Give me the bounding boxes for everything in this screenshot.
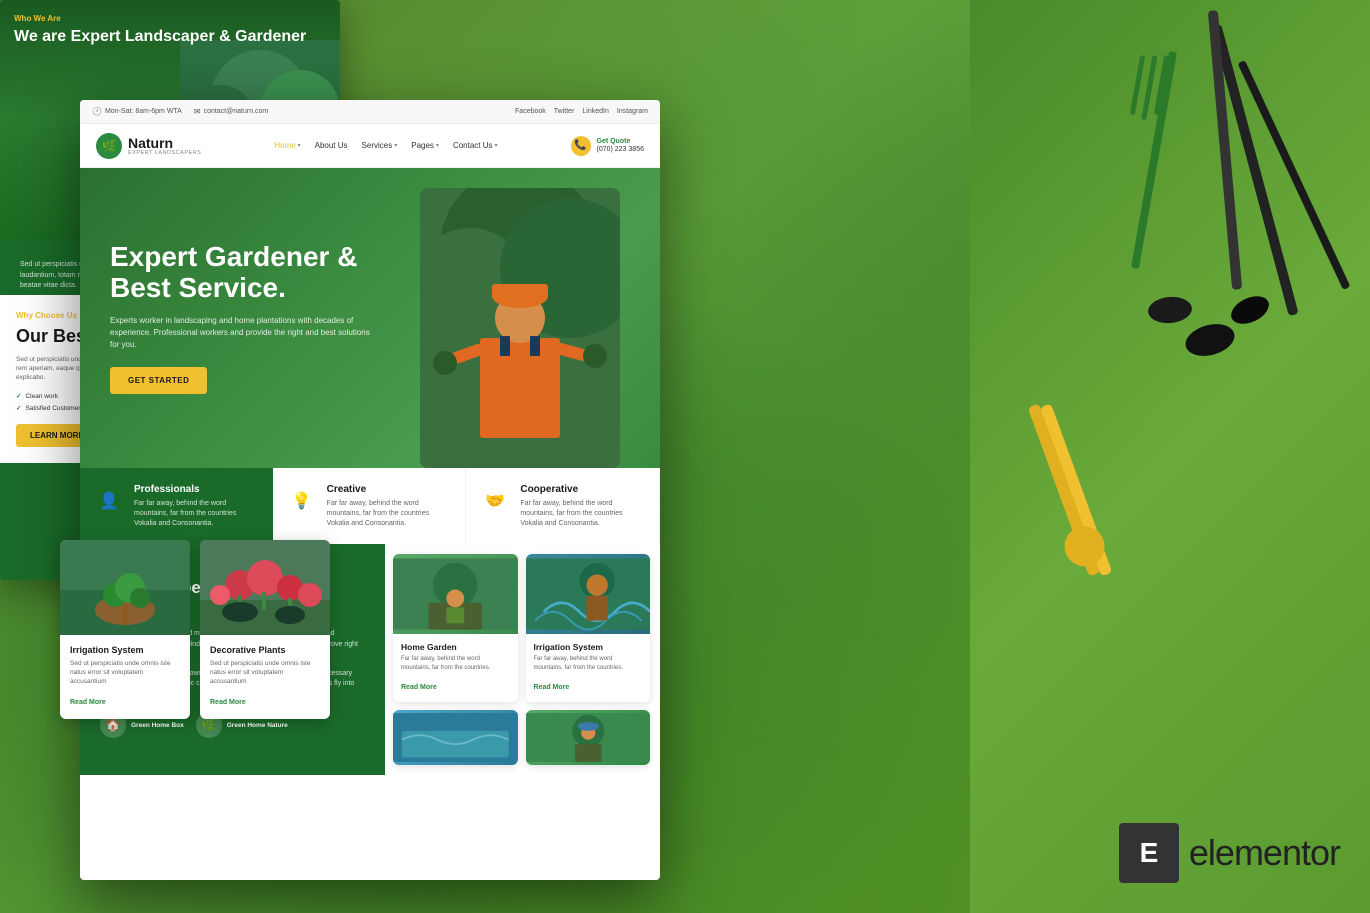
elementor-brand: elementor	[1189, 832, 1340, 874]
nav-contact[interactable]: Contact Us ▾	[453, 141, 498, 150]
feature-creative: 💡 Creative Far far away, behind the word…	[273, 468, 467, 544]
plants-card-img	[200, 540, 330, 635]
feature-text-creative: Creative Far far away, behind the word m…	[327, 484, 452, 528]
navbar: 🌿 Naturn EXPERT LANDSCAPERS Home ▾ About…	[80, 124, 660, 168]
social-twitter[interactable]: Twitter	[554, 108, 575, 115]
cooperative-icon: 🤝	[480, 486, 510, 516]
irrigation-card-title: Irrigation System	[70, 645, 180, 655]
social-instagram[interactable]: Instagram	[617, 108, 648, 115]
quote-phone: (070) 223 3856	[597, 146, 644, 153]
badge-home-label: Green Home Box	[131, 722, 184, 729]
creative-icon: 💡	[287, 486, 317, 516]
home-garden-text: Far far away, behind the word mountains,…	[401, 655, 510, 672]
feature-title-professionals: Professionals	[134, 484, 259, 495]
nav-services[interactable]: Services ▾	[362, 141, 398, 150]
nav-quote: 📞 Get Quote (070) 223 3856	[571, 136, 644, 156]
feature-desc-creative: Far far away, behind the word mountains,…	[327, 499, 452, 528]
tools-decoration	[970, 0, 1370, 913]
feature-text-professionals: Professionals Far far away, behind the w…	[134, 484, 259, 528]
home-garden-img	[393, 554, 518, 634]
cards-top-row: Home Garden Far far away, behind the wor…	[385, 554, 650, 702]
clock-icon: 🕐	[92, 107, 102, 116]
irrigation-card-img	[60, 540, 190, 635]
nav-about[interactable]: About Us	[315, 141, 348, 150]
topbar-left: 🕐 Mon-Sat: 8am-6pm WTA ✉ contact@naturn.…	[92, 107, 268, 116]
tools-svg	[970, 0, 1370, 913]
irrigation-card-body: Irrigation System Sed ut perspiciatis un…	[60, 635, 190, 719]
quote-info: Get Quote (070) 223 3856	[597, 138, 644, 153]
home-garden-body: Home Garden Far far away, behind the wor…	[393, 634, 518, 702]
card-irrigation: Irrigation System Far far away, behind t…	[526, 554, 651, 702]
hero-title: Expert Gardener & Best Service.	[110, 242, 370, 304]
hero-subtitle: Experts worker in landscaping and home p…	[110, 315, 370, 351]
plants-card-title: Decorative Plants	[210, 645, 320, 655]
logo-name: Naturn	[128, 136, 201, 150]
feature-desc-professionals: Far far away, behind the word mountains,…	[134, 499, 259, 528]
feature-title-cooperative: Cooperative	[520, 484, 645, 495]
topbar: 🕐 Mon-Sat: 8am-6pm WTA ✉ contact@naturn.…	[80, 100, 660, 124]
feature-cooperative: 🤝 Cooperative Far far away, behind the w…	[466, 468, 660, 544]
social-facebook[interactable]: Facebook	[515, 108, 546, 115]
home-garden-link[interactable]: Read More	[401, 684, 437, 691]
landscaping-img	[526, 710, 651, 765]
phone-icon: 📞	[571, 136, 591, 156]
cards-bottom-row	[385, 710, 650, 765]
irrigation-link[interactable]: Read More	[534, 684, 570, 691]
hero-section: Expert Gardener & Best Service. Experts …	[80, 168, 660, 468]
service-card-irrigation: Irrigation System Sed ut perspiciatis un…	[60, 540, 190, 719]
hero-cta-button[interactable]: GET STARTED	[110, 367, 207, 394]
elementor-icon: E	[1119, 823, 1179, 883]
plants-card-link[interactable]: Read More	[210, 699, 246, 706]
nav-links: Home ▾ About Us Services ▾ Pages ▾ Conta…	[274, 141, 497, 150]
irrigation-body: Irrigation System Far far away, behind t…	[526, 634, 651, 702]
logo-text: Naturn EXPERT LANDSCAPERS	[128, 136, 201, 156]
card-home-garden: Home Garden Far far away, behind the wor…	[393, 554, 518, 702]
logo[interactable]: 🌿 Naturn EXPERT LANDSCAPERS	[96, 133, 201, 159]
hero-content: Expert Gardener & Best Service. Experts …	[110, 242, 370, 395]
nav-pages[interactable]: Pages ▾	[411, 141, 439, 150]
pool-img	[393, 710, 518, 765]
home-garden-title: Home Garden	[401, 642, 510, 652]
irrigation-img	[526, 554, 651, 634]
irrigation-card-text: Sed ut perspiciatis unde omnis iste natu…	[70, 659, 180, 686]
back-eyebrow: Who We Are	[14, 14, 306, 23]
plants-card-text: Sed ut perspiciatis unde omnis iste natu…	[210, 659, 320, 686]
back-hero-title: We are Expert Landscaper & Gardener	[14, 27, 306, 46]
plants-card-body: Decorative Plants Sed ut perspiciatis un…	[200, 635, 330, 719]
nav-home[interactable]: Home ▾	[274, 141, 300, 150]
topbar-hours: 🕐 Mon-Sat: 8am-6pm WTA	[92, 107, 182, 116]
get-quote-label[interactable]: Get Quote	[597, 138, 644, 146]
elementor-badge: E elementor	[1119, 823, 1340, 883]
email-icon: ✉	[194, 107, 201, 116]
topbar-social: Facebook Twitter LinkedIn Instagram	[515, 108, 648, 115]
topbar-email: ✉ contact@naturn.com	[194, 107, 268, 116]
card-landscaping	[526, 710, 651, 765]
professionals-icon: 👤	[94, 486, 124, 516]
feature-text-cooperative: Cooperative Far far away, behind the wor…	[520, 484, 645, 528]
irrigation-text: Far far away, behind the word mountains,…	[534, 655, 643, 672]
features-strip: 👤 Professionals Far far away, behind the…	[80, 468, 660, 544]
feature-title-creative: Creative	[327, 484, 452, 495]
irrigation-title: Irrigation System	[534, 642, 643, 652]
front-page-mockup: 🕐 Mon-Sat: 8am-6pm WTA ✉ contact@naturn.…	[80, 100, 660, 880]
image-cards-section: Home Garden Far far away, behind the wor…	[385, 544, 660, 775]
logo-tagline: EXPERT LANDSCAPERS	[128, 150, 201, 156]
feature-professionals: 👤 Professionals Far far away, behind the…	[80, 468, 273, 544]
irrigation-card-link[interactable]: Read More	[70, 699, 106, 706]
feature-desc-cooperative: Far far away, behind the word mountains,…	[520, 499, 645, 528]
badge-nature-label: Green Home Nature	[227, 722, 288, 729]
social-linkedin[interactable]: LinkedIn	[582, 108, 608, 115]
hero-worker-figure	[420, 188, 620, 468]
service-card-plants: Decorative Plants Sed ut perspiciatis un…	[200, 540, 330, 719]
logo-icon: 🌿	[96, 133, 122, 159]
bottom-service-cards: Irrigation System Sed ut perspiciatis un…	[60, 540, 330, 719]
card-pool	[393, 710, 518, 765]
